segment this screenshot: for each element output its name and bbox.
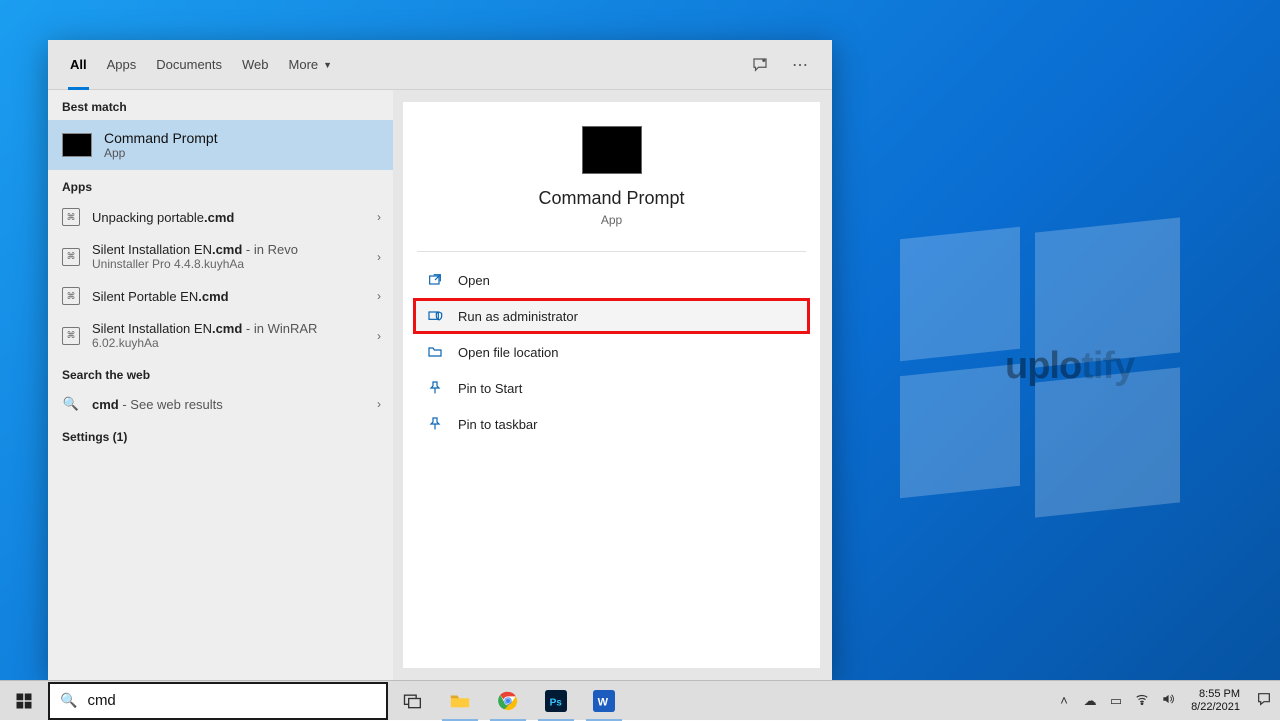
app-result-item[interactable]: ⌘ Silent Portable EN.cmd › (48, 279, 393, 313)
chevron-right-icon: › (377, 397, 381, 411)
section-settings[interactable]: Settings (1) (48, 420, 393, 450)
file-explorer-taskbar-icon[interactable] (436, 681, 484, 721)
section-apps: Apps (48, 170, 393, 200)
action-center-icon[interactable] (1248, 691, 1280, 711)
preview-subtitle: App (601, 213, 622, 227)
svg-text:W: W (598, 696, 609, 708)
chevron-right-icon: › (377, 289, 381, 303)
section-search-web: Search the web (48, 358, 393, 388)
feedback-icon[interactable] (740, 56, 780, 74)
svg-text:Ps: Ps (550, 697, 563, 708)
script-file-icon: ⌘ (62, 287, 80, 305)
wifi-tray-icon[interactable] (1133, 692, 1151, 709)
results-list: Best match Command Prompt App Apps ⌘ Unp… (48, 90, 393, 680)
chevron-right-icon: › (377, 250, 381, 264)
pin-icon (426, 380, 444, 396)
best-match-subtitle: App (104, 146, 218, 160)
folder-icon (426, 344, 444, 360)
web-result-item[interactable]: 🔍 cmd - See web results › (48, 388, 393, 420)
best-match-item[interactable]: Command Prompt App (48, 120, 393, 170)
chevron-right-icon: › (377, 210, 381, 224)
search-input[interactable] (87, 692, 376, 709)
action-pin-to-taskbar[interactable]: Pin to taskbar (413, 406, 810, 442)
start-button[interactable] (0, 681, 48, 721)
tab-documents[interactable]: Documents (146, 40, 232, 90)
tab-apps[interactable]: Apps (97, 40, 147, 90)
open-icon (426, 272, 444, 288)
taskbar: 🔍 Ps W ˄ ☁ ▭ 8:55 PM 8/22/2021 (0, 680, 1280, 720)
divider (417, 251, 806, 252)
script-file-icon: ⌘ (62, 208, 80, 226)
script-file-icon: ⌘ (62, 327, 80, 345)
watermark-text: uplotify (1005, 345, 1134, 388)
volume-tray-icon[interactable] (1159, 692, 1177, 709)
onedrive-tray-icon[interactable]: ☁ (1081, 693, 1099, 709)
tab-all[interactable]: All (60, 40, 97, 90)
tab-more[interactable]: More▼ (279, 40, 343, 90)
best-match-title: Command Prompt (104, 130, 218, 146)
action-run-as-administrator[interactable]: Run as administrator (413, 298, 810, 334)
taskbar-clock[interactable]: 8:55 PM 8/22/2021 (1183, 688, 1248, 713)
app-result-item[interactable]: ⌘ Silent Installation EN.cmd - in WinRAR… (48, 313, 393, 358)
result-preview-pane: Command Prompt App Open (403, 102, 820, 668)
pin-icon (426, 416, 444, 432)
section-best-match: Best match (48, 90, 393, 120)
action-open-file-location[interactable]: Open file location (413, 334, 810, 370)
taskbar-search-box[interactable]: 🔍 (48, 682, 388, 720)
chevron-down-icon: ▼ (323, 60, 332, 70)
chrome-taskbar-icon[interactable] (484, 681, 532, 721)
app-result-item[interactable]: ⌘ Silent Installation EN.cmd - in Revo U… (48, 234, 393, 279)
cmd-icon (62, 133, 92, 157)
task-view-button[interactable] (388, 681, 436, 721)
tray-chevron-up-icon[interactable]: ˄ (1055, 693, 1073, 708)
chevron-right-icon: › (377, 329, 381, 343)
battery-tray-icon[interactable]: ▭ (1107, 693, 1125, 709)
tab-web[interactable]: Web (232, 40, 279, 90)
search-tabs: All Apps Documents Web More▼ ⋯ (48, 40, 832, 90)
more-options-icon[interactable]: ⋯ (780, 55, 820, 75)
admin-shield-icon (426, 308, 444, 324)
search-icon: 🔍 (62, 396, 80, 412)
photoshop-taskbar-icon[interactable]: Ps (532, 681, 580, 721)
script-file-icon: ⌘ (62, 248, 80, 266)
cmd-icon-large (582, 126, 642, 174)
word-taskbar-icon[interactable]: W (580, 681, 628, 721)
action-pin-to-start[interactable]: Pin to Start (413, 370, 810, 406)
action-open[interactable]: Open (413, 262, 810, 298)
search-icon: 🔍 (60, 692, 77, 709)
app-result-item[interactable]: ⌘ Unpacking portable.cmd › (48, 200, 393, 234)
preview-title[interactable]: Command Prompt (538, 188, 684, 209)
system-tray: ˄ ☁ ▭ (1049, 681, 1183, 721)
search-results-panel: All Apps Documents Web More▼ ⋯ Best matc… (48, 40, 832, 680)
